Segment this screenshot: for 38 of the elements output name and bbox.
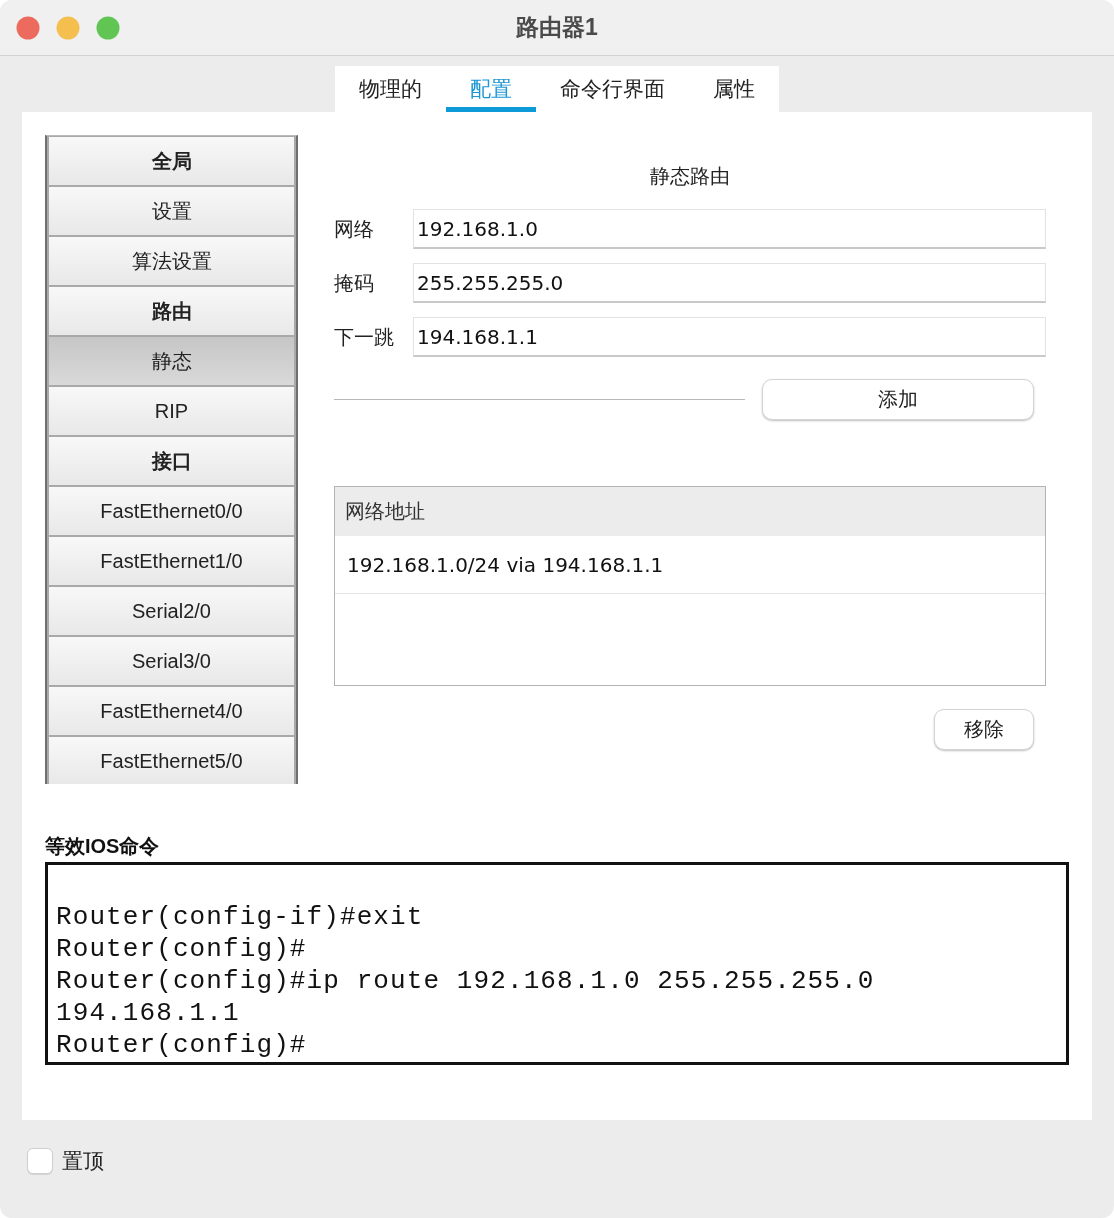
terminal-line: Router(config-if)#exit: [56, 901, 425, 933]
tab[interactable]: 命令行界面: [536, 66, 689, 112]
close-icon[interactable]: [16, 15, 40, 40]
section-title: 静态路由: [649, 164, 731, 189]
tab[interactable]: 属性: [689, 66, 779, 112]
sidebar-item[interactable]: 静态: [49, 337, 294, 385]
input-field[interactable]: 192.168.1.0: [413, 209, 1046, 249]
checkbox-label: 置顶: [62, 1148, 104, 1174]
input-field[interactable]: 194.168.1.1: [413, 317, 1046, 357]
sidebar-item[interactable]: 算法设置: [49, 237, 294, 285]
zoom-icon[interactable]: [96, 15, 120, 40]
sidebar-item[interactable]: FastEthernet5/0: [49, 737, 294, 784]
sidebar-item[interactable]: FastEthernet4/0: [49, 687, 294, 735]
sidebar-item[interactable]: Serial3/0: [49, 637, 294, 685]
sidebar-heading: 接口: [49, 437, 294, 485]
table-header: 网络地址: [335, 487, 1045, 536]
sidebar-item[interactable]: FastEthernet1/0: [49, 537, 294, 585]
field-label: 网络: [334, 216, 375, 242]
sidebar-item[interactable]: RIP: [49, 387, 294, 435]
sidebar-item[interactable]: 设置: [49, 187, 294, 235]
field-label: 下一跳: [334, 324, 395, 350]
terminal-line: Router(config)#: [56, 933, 308, 965]
input-field[interactable]: 255.255.255.0: [413, 263, 1046, 303]
tab[interactable]: 物理的: [335, 66, 446, 112]
field-label: 掩码: [334, 270, 375, 296]
sidebar-item[interactable]: FastEthernet0/0: [49, 487, 294, 535]
sidebar-item[interactable]: Serial2/0: [49, 587, 294, 635]
terminal-line: Router(config)#ip route 192.168.1.0 255.255.255.0: [56, 965, 876, 997]
terminal-line: 194.168.1.1: [56, 997, 241, 1029]
minimize-icon[interactable]: [56, 15, 80, 40]
terminal-line: Router(config)#: [56, 1029, 308, 1061]
add-button[interactable]: 添加: [762, 379, 1034, 420]
sidebar-heading: 路由: [49, 287, 294, 335]
sidebar-heading: 全局: [49, 137, 294, 185]
checkbox[interactable]: [27, 1148, 53, 1174]
section-label: 等效IOS命令: [45, 834, 161, 859]
remove-button[interactable]: 移除: [934, 709, 1034, 750]
window-title: 路由器1: [516, 13, 598, 42]
